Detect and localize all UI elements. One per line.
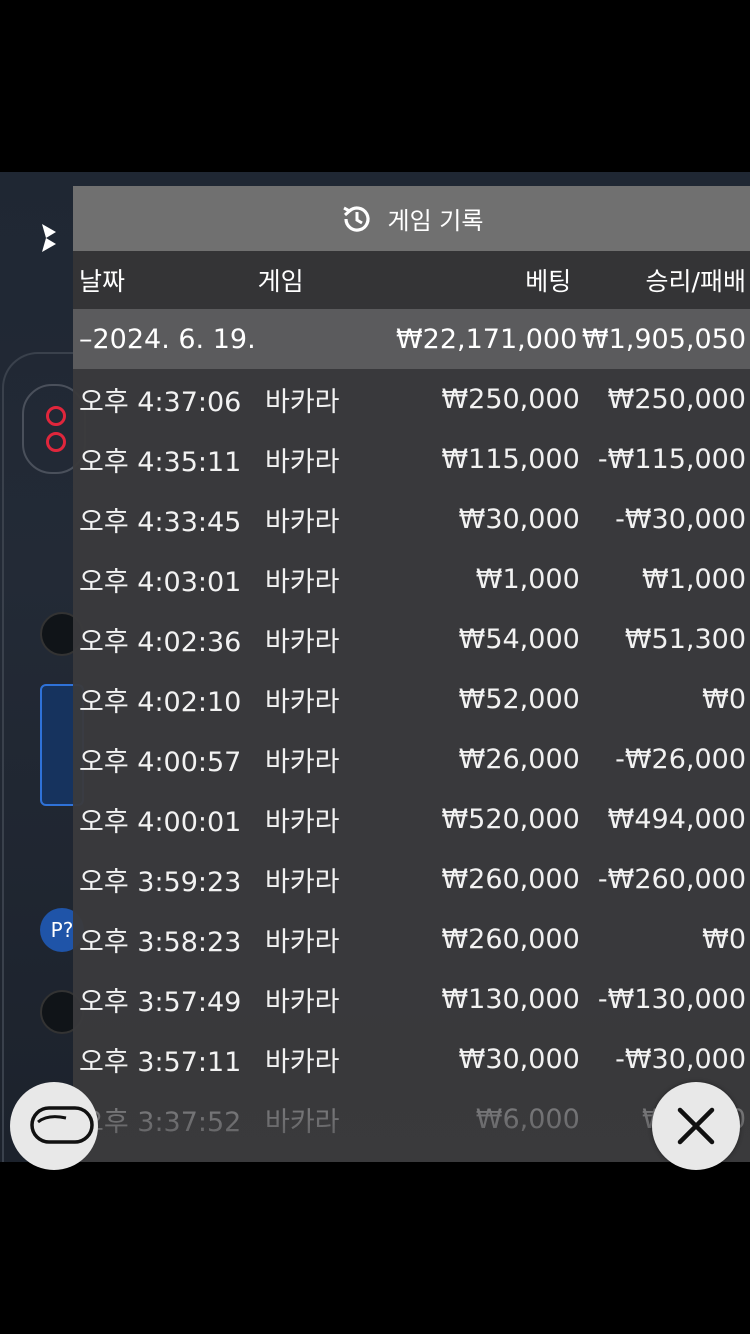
row-bet: ₩115,000 [441, 443, 580, 475]
row-bet: ₩130,000 [441, 983, 580, 1015]
row-win-loss: ₩250,000 [607, 383, 746, 415]
row-win-loss: ₩0 [702, 683, 746, 715]
column-game: 게임 [257, 267, 304, 296]
row-bet: ₩250,000 [441, 383, 580, 415]
history-row[interactable]: 오후 4:00:01 바카라 ₩520,000 ₩494,000 [73, 789, 750, 849]
row-game: 바카라 [264, 926, 340, 958]
modal-header: 게임 기록 [73, 186, 750, 251]
row-bet: ₩30,000 [458, 503, 580, 535]
row-game: 바카라 [264, 446, 340, 478]
history-row[interactable]: 오후 3:57:49 바카라 ₩130,000 -₩130,000 [73, 969, 750, 1029]
row-game: 바카라 [264, 506, 340, 538]
row-bet: ₩520,000 [441, 803, 580, 835]
column-date: 날짜 [79, 267, 126, 296]
row-game: 바카라 [264, 686, 340, 718]
row-bet: ₩6,000 [475, 1103, 580, 1135]
chat-icon [30, 1106, 94, 1144]
row-game: 바카라 [264, 866, 340, 898]
history-row[interactable]: 오후 3:37:52바카라₩6,000₩5,700 [73, 1089, 750, 1149]
row-time: 오후 3:37:52 [79, 1106, 242, 1138]
row-win-loss: ₩1,000 [642, 563, 746, 595]
row-time: 오후 3:57:49 [79, 986, 242, 1018]
date-group-summary[interactable]: –2024. 6. 19. ₩22,171,000 ₩1,905,050 [73, 309, 750, 369]
summary-win-loss: ₩1,905,050 [581, 323, 746, 355]
row-win-loss: ₩0 [702, 923, 746, 955]
row-win-loss: -₩26,000 [615, 743, 746, 775]
row-time: 오후 4:00:57 [79, 746, 242, 778]
red-marker-icon [46, 432, 66, 452]
row-win-loss: ₩494,000 [607, 803, 746, 835]
row-time: 오후 4:02:36 [79, 626, 242, 658]
history-row[interactable]: 오후 3:58:23 바카라 ₩260,000 ₩0 [73, 909, 750, 969]
row-time: 오후 4:03:01 [79, 566, 242, 598]
row-win-loss: ₩51,300 [624, 623, 746, 655]
row-time: 오후 4:35:11 [79, 446, 242, 478]
summary-date: –2024. 6. 19. [79, 323, 256, 355]
row-win-loss: -₩260,000 [597, 863, 746, 895]
chat-button[interactable] [10, 1082, 98, 1170]
history-row[interactable]: 오후 4:35:11 바카라 ₩115,000 -₩115,000 [73, 429, 750, 489]
history-row[interactable]: 오후 4:33:45 바카라 ₩30,000 -₩30,000 [73, 489, 750, 549]
row-time: 오후 4:02:10 [79, 686, 242, 718]
row-game: 바카라 [264, 566, 340, 598]
row-win-loss: -₩30,000 [615, 1043, 746, 1075]
history-row[interactable]: 오후 4:00:57 바카라 ₩26,000 -₩26,000 [73, 729, 750, 789]
close-icon [677, 1107, 715, 1145]
history-list: 오후 4:37:06 바카라 ₩250,000 ₩250,000 오후 4:35:11 바… [73, 369, 750, 1149]
history-row[interactable]: 오후 4:03:01 바카라 ₩1,000 ₩1,000 [73, 549, 750, 609]
row-time: 오후 4:37:06 [79, 386, 242, 418]
row-game: 바카라 [264, 746, 340, 778]
row-bet: ₩52,000 [458, 683, 580, 715]
row-time: 오후 4:00:01 [79, 806, 242, 838]
row-win-loss: -₩115,000 [597, 443, 746, 475]
column-win-loss: 승리/패배 [645, 267, 746, 296]
row-time: 오후 4:33:45 [79, 506, 242, 538]
row-win-loss: -₩30,000 [615, 503, 746, 535]
column-headers: 날짜 게임 베팅 승리/패배 [73, 251, 750, 309]
history-row[interactable]: 오후 4:02:10 바카라 ₩52,000 ₩0 [73, 669, 750, 729]
row-bet: ₩260,000 [441, 923, 580, 955]
red-marker-icon [46, 406, 66, 426]
row-game: 바카라 [264, 386, 340, 418]
row-bet: ₩260,000 [441, 863, 580, 895]
history-row[interactable]: 오후 3:59:23 바카라 ₩260,000 -₩260,000 [73, 849, 750, 909]
game-history-modal: 게임 기록 날짜 게임 베팅 승리/패배 –2024. 6. 19. ₩22,1… [73, 186, 750, 1162]
close-button[interactable] [652, 1082, 740, 1170]
row-time: 오후 3:59:23 [79, 866, 242, 898]
row-bet: ₩54,000 [458, 623, 580, 655]
row-game: 바카라 [264, 1106, 340, 1138]
history-icon [342, 205, 370, 232]
row-bet: ₩26,000 [458, 743, 580, 775]
row-time: 오후 3:58:23 [79, 926, 242, 958]
row-game: 바카라 [264, 806, 340, 838]
row-bet: ₩30,000 [458, 1043, 580, 1075]
history-row[interactable]: 오후 3:57:11 바카라 ₩30,000 -₩30,000 [73, 1029, 750, 1089]
modal-title: 게임 기록 [387, 207, 484, 235]
summary-bet: ₩22,171,000 [395, 323, 578, 355]
row-bet: ₩1,000 [475, 563, 580, 595]
row-game: 바카라 [264, 986, 340, 1018]
row-game: 바카라 [264, 1046, 340, 1078]
history-row[interactable]: 오후 4:02:36 바카라 ₩54,000 ₩51,300 [73, 609, 750, 669]
row-win-loss: -₩130,000 [597, 983, 746, 1015]
brand-logo-icon [42, 224, 56, 252]
column-bet: 베팅 [525, 267, 572, 296]
row-time: 오후 3:57:11 [79, 1046, 242, 1078]
row-game: 바카라 [264, 626, 340, 658]
history-row[interactable]: 오후 4:37:06 바카라 ₩250,000 ₩250,000 [73, 369, 750, 429]
